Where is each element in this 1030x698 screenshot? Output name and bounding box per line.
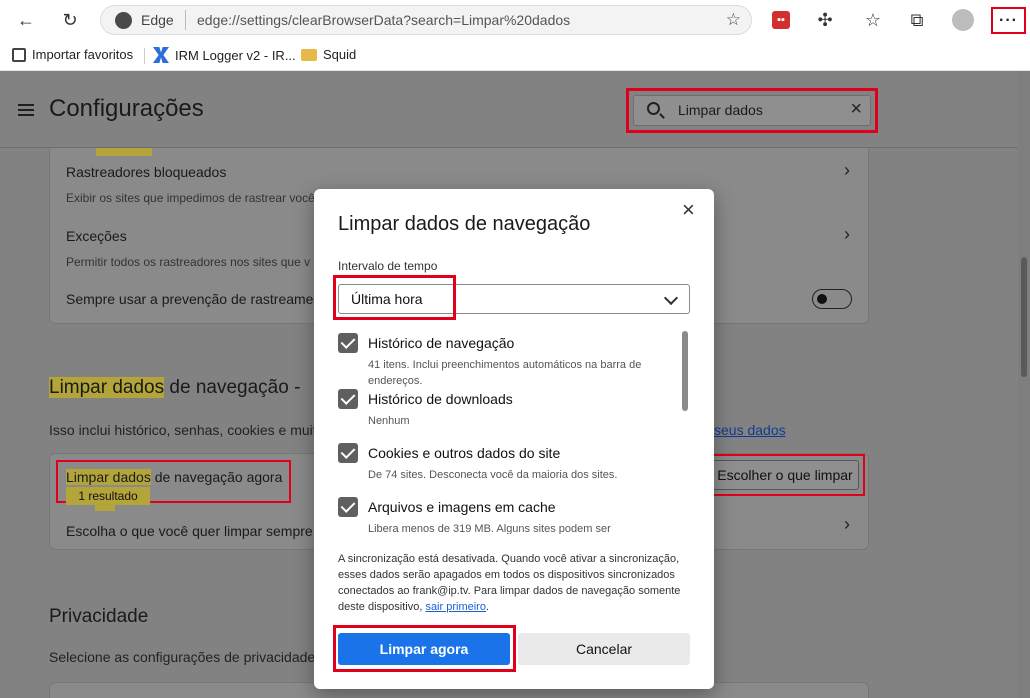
more-menu-button[interactable]: ··· xyxy=(991,7,1026,34)
address-site-label: Edge xyxy=(141,12,174,28)
hamburger-menu-icon[interactable] xyxy=(18,104,34,116)
list-item[interactable]: Arquivos e imagens em cache Libera menos… xyxy=(338,495,678,534)
browser-toolbar: ← ↻ Edge edge://settings/clearBrowserDat… xyxy=(0,0,1030,40)
search-value: Limpar dados xyxy=(678,102,763,118)
settings-header: Configurações Limpar dados × xyxy=(0,71,1030,148)
bookmark-irm-logger[interactable]: IRM Logger v2 - IR... xyxy=(153,47,296,63)
item-title: Histórico de downloads xyxy=(368,391,513,407)
sign-out-link[interactable]: sair primeiro xyxy=(425,601,486,613)
row-title: Sempre usar a prevenção de rastreamen xyxy=(66,291,322,307)
extension-icon[interactable]: ▪▪ xyxy=(772,11,790,29)
bookmark-squid[interactable]: Squid xyxy=(301,47,356,62)
row-title[interactable]: Rastreadores bloqueados xyxy=(66,164,226,180)
privacy-section-subtitle: Selecione as configurações de privacidad… xyxy=(49,649,316,665)
checkbox-checked[interactable] xyxy=(338,443,358,463)
chevron-down-icon xyxy=(663,290,679,306)
chevron-right-icon[interactable]: › xyxy=(844,160,850,181)
list-item[interactable]: Histórico de downloads Nenhum xyxy=(338,387,678,439)
manage-data-link[interactable]: seus dados xyxy=(714,422,786,438)
choose-what-to-clear-button[interactable]: Escolher o que limpar xyxy=(711,460,859,490)
time-range-annotation-box xyxy=(333,275,456,320)
row-subtitle: Permitir todos os rastreadores nos sites… xyxy=(66,255,311,269)
item-title: Cookies e outros dados do site xyxy=(368,445,561,461)
list-item[interactable]: Histórico de navegação 41 itens. Inclui … xyxy=(338,331,678,387)
row-subtitle: Exibir os sites que impedimos de rastrea… xyxy=(66,191,315,205)
dialog-scrollbar[interactable] xyxy=(682,331,688,411)
bookmarks-bar: Importar favoritos IRM Logger v2 - IR...… xyxy=(0,40,1030,71)
time-range-label: Intervalo de tempo xyxy=(338,259,438,273)
close-icon[interactable]: × xyxy=(682,197,695,223)
scrollbar-thumb[interactable] xyxy=(1021,257,1027,377)
bookmark-import-favorites[interactable]: Importar favoritos xyxy=(12,47,133,62)
chevron-right-icon[interactable]: › xyxy=(844,224,850,245)
import-icon xyxy=(12,47,26,62)
search-highlight: Limpar dados xyxy=(66,469,151,485)
profile-avatar[interactable] xyxy=(952,9,974,31)
clear-now-row-title: Limpar dados de navegação agora xyxy=(66,469,282,485)
highlight-tip xyxy=(96,148,152,156)
settings-search-input[interactable]: Limpar dados × xyxy=(633,95,871,126)
folder-icon xyxy=(301,48,317,61)
chevron-right-icon[interactable]: › xyxy=(844,514,850,535)
clear-search-icon[interactable]: × xyxy=(850,98,862,121)
favorites-icon[interactable]: ☆ xyxy=(858,5,888,35)
extensions-puzzle-icon[interactable]: ✣ xyxy=(810,5,840,35)
bookmark-label: IRM Logger v2 - IR... xyxy=(175,47,296,63)
bookmarks-separator xyxy=(144,48,145,64)
sync-text: A sincronização está desativada. Quando … xyxy=(338,553,681,613)
choose-annotation-box: Escolher o que limpar xyxy=(706,454,865,496)
clear-now-annotation-box xyxy=(333,625,516,672)
back-arrow-icon[interactable]: ← xyxy=(11,5,41,35)
add-favorite-icon[interactable]: ☆ xyxy=(726,10,741,30)
item-title: Histórico de navegação xyxy=(368,335,515,351)
row-title-rest: de navegação agora xyxy=(150,469,283,485)
item-title: Arquivos e imagens em cache xyxy=(368,499,556,515)
irm-logo-icon xyxy=(153,47,169,63)
bookmark-label: Importar favoritos xyxy=(32,47,134,62)
tracking-prevention-toggle[interactable] xyxy=(812,289,852,309)
search-icon xyxy=(647,102,660,115)
page-title: Configurações xyxy=(49,95,204,122)
clear-browsing-data-dialog: Limpar dados de navegação × Intervalo de… xyxy=(314,189,714,689)
clear-data-section-title: Limpar dados de navegação - xyxy=(49,377,300,399)
highlight-tip xyxy=(95,503,115,511)
address-bar[interactable]: Edge edge://settings/clearBrowserData?se… xyxy=(100,5,752,35)
item-description: Libera menos de 319 MB. Alguns sites pod… xyxy=(368,523,611,534)
item-description: Nenhum xyxy=(368,415,410,427)
collections-icon[interactable]: ⧉ xyxy=(902,5,932,35)
address-url[interactable]: edge://settings/clearBrowserData?search=… xyxy=(197,12,570,28)
clear-on-close-row[interactable]: Escolha o que você quer limpar sempre xyxy=(66,523,313,539)
search-annotation-box: Limpar dados × xyxy=(626,88,878,133)
section-title-rest: de navegação - xyxy=(164,377,301,398)
data-type-list: Histórico de navegação 41 itens. Inclui … xyxy=(338,329,690,534)
search-highlight: Limpar dados xyxy=(49,377,165,398)
clear-data-section-subtitle: Isso inclui histórico, senhas, cookies e… xyxy=(49,422,325,438)
address-separator xyxy=(185,10,186,30)
dialog-title: Limpar dados de navegação xyxy=(338,213,591,235)
row-title[interactable]: Exceções xyxy=(66,228,127,244)
list-item[interactable]: Cookies e outros dados do site De 74 sit… xyxy=(338,441,678,493)
checkbox-checked[interactable] xyxy=(338,389,358,409)
page-scrollbar[interactable] xyxy=(1018,71,1030,698)
checkbox-checked[interactable] xyxy=(338,333,358,353)
checkbox-checked[interactable] xyxy=(338,497,358,517)
sync-notice: A sincronização está desativada. Quando … xyxy=(338,551,690,615)
privacy-section-title: Privacidade xyxy=(49,606,149,627)
item-description: De 74 sites. Desconecta você da maioria … xyxy=(368,469,618,481)
refresh-icon[interactable]: ↻ xyxy=(55,5,85,35)
cancel-button[interactable]: Cancelar xyxy=(518,633,690,665)
edge-logo-icon xyxy=(115,12,132,29)
sync-end: . xyxy=(485,601,490,613)
bookmark-label: Squid xyxy=(323,47,357,62)
item-description: 41 itens. Inclui preenchimentos automáti… xyxy=(368,359,642,387)
